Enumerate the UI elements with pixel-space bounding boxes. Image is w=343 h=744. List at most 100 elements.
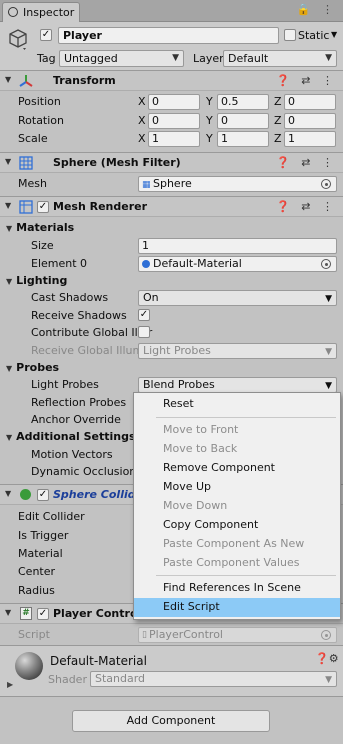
probes-foldout[interactable]: ▼ Probes: [6, 361, 59, 374]
contribute-gi-row: Contribute Global Illur: [0, 324, 343, 342]
menu-item-remove-component[interactable]: Remove Component: [134, 459, 340, 478]
sphere-collider-enabled-checkbox[interactable]: ✓: [37, 489, 49, 501]
size-field[interactable]: 1: [138, 238, 337, 254]
dynamic-occlusion-label: Dynamic Occlusion: [31, 465, 137, 478]
foldout-icon[interactable]: ▼: [5, 157, 11, 166]
receive-shadows-checkbox[interactable]: ✓: [138, 309, 150, 321]
axis-z: Z: [274, 95, 282, 108]
menu-item-paste-as-new: Paste Component As New: [163, 537, 305, 550]
mesh-renderer-enabled-checkbox[interactable]: ✓: [37, 201, 49, 213]
axis-x: X: [138, 95, 146, 108]
position-y-field[interactable]: 0.5: [217, 94, 269, 110]
static-checkbox[interactable]: [284, 29, 296, 41]
scale-x-field[interactable]: 1: [148, 131, 200, 147]
component-header-icons[interactable]: ❓ ⇄ ⋮: [276, 200, 337, 213]
foldout-icon[interactable]: ▼: [5, 75, 11, 84]
tab-inspector[interactable]: Inspector: [2, 2, 80, 22]
mesh-filter-title: Sphere (Mesh Filter): [53, 156, 181, 169]
element0-object-field[interactable]: Default-Material: [138, 256, 337, 272]
axis-y: Y: [206, 132, 213, 145]
contribute-gi-checkbox[interactable]: [138, 326, 150, 338]
scale-y-field[interactable]: 1: [217, 131, 269, 147]
position-row: Position X 0 Y 0.5 Z 0: [0, 93, 343, 111]
is-trigger-label: Is Trigger: [18, 529, 69, 542]
object-picker-icon: [321, 630, 331, 640]
active-checkbox[interactable]: ✓: [40, 29, 52, 41]
transform-title: Transform: [53, 74, 116, 87]
player-control-enabled-checkbox[interactable]: ✓: [37, 608, 49, 620]
foldout-icon[interactable]: ▼: [5, 489, 11, 498]
rotation-x-field[interactable]: 0: [148, 113, 200, 129]
menu-item-move-up[interactable]: Move Up: [134, 478, 340, 497]
mesh-row: Mesh ▦ Sphere: [0, 175, 343, 193]
material-sphere-icon: [142, 260, 150, 268]
tag-dropdown[interactable]: Untagged ▼: [59, 50, 184, 67]
shader-value: Standard: [95, 672, 146, 685]
motion-vectors-label: Motion Vectors: [31, 448, 113, 461]
chevron-down-icon: ▼: [325, 675, 332, 685]
script-row: Script ▯ PlayerControl: [0, 626, 343, 644]
layer-dropdown[interactable]: Default ▼: [223, 50, 337, 67]
chevron-down-icon: ▼: [172, 53, 179, 63]
static-dropdown-icon[interactable]: ▼: [331, 30, 337, 39]
materials-foldout[interactable]: ▼ Materials: [6, 221, 74, 234]
reflection-probes-label: Reflection Probes: [31, 396, 127, 409]
contribute-gi-label: Contribute Global Illur: [31, 326, 153, 339]
layer-label: Layer: [193, 52, 224, 65]
element0-value: Default-Material: [153, 257, 242, 270]
mesh-filter-header[interactable]: ▼ Sphere (Mesh Filter) ❓ ⇄ ⋮: [0, 152, 343, 173]
mesh-label: Mesh: [18, 177, 47, 190]
script-value: PlayerControl: [149, 628, 223, 641]
light-probes-dropdown[interactable]: Blend Probes ▼: [138, 377, 337, 393]
position-z-field[interactable]: 0: [284, 94, 336, 110]
menu-item-copy-component[interactable]: Copy Component: [134, 516, 340, 535]
add-component-button[interactable]: Add Component: [72, 710, 270, 732]
receive-gi-dropdown: Light Probes ▼: [138, 343, 337, 359]
mesh-renderer-title: Mesh Renderer: [53, 200, 148, 213]
receive-shadows-row: Receive Shadows ✓: [0, 307, 343, 325]
size-label: Size: [31, 239, 54, 252]
rotation-y-field[interactable]: 0: [217, 113, 269, 129]
cast-shadows-dropdown[interactable]: On ▼: [138, 290, 337, 306]
component-header-icons[interactable]: ❓ ⇄ ⋮: [276, 74, 337, 87]
script-icon: ▯: [142, 630, 147, 640]
element0-label: Element 0: [31, 257, 88, 270]
mesh-grid-icon: [19, 156, 33, 170]
probes-label: Probes: [16, 361, 60, 374]
object-picker-icon[interactable]: [321, 259, 331, 269]
lighting-foldout[interactable]: ▼ Lighting: [6, 274, 67, 287]
layer-value: Default: [228, 52, 269, 65]
position-x-field[interactable]: 0: [148, 94, 200, 110]
cast-shadows-value: On: [143, 291, 159, 304]
mesh-object-field[interactable]: ▦ Sphere: [138, 176, 337, 192]
mesh-renderer-header[interactable]: ▼ ✓ Mesh Renderer ❓ ⇄ ⋮: [0, 196, 343, 217]
foldout-icon[interactable]: ▼: [5, 608, 11, 617]
cube-icon: [9, 29, 27, 50]
position-label: Position: [18, 95, 61, 108]
rotation-z-field[interactable]: 0: [284, 113, 336, 129]
shader-label: Shader: [48, 673, 87, 686]
menu-item-paste-values: Paste Component Values: [163, 556, 300, 569]
menu-item-reset[interactable]: Reset: [134, 395, 340, 414]
receive-gi-label: Receive Global Illumir: [31, 344, 151, 357]
object-picker-icon[interactable]: [321, 179, 331, 189]
rotation-row: Rotation X 0 Y 0 Z 0: [0, 112, 343, 130]
lock-menu-icons[interactable]: 🔒 ⋮: [297, 3, 337, 16]
component-header-icons[interactable]: ❓ ⇄ ⋮: [276, 156, 337, 169]
menu-item-find-references[interactable]: Find References In Scene: [134, 579, 340, 598]
gameobject-name-field[interactable]: Player: [58, 27, 279, 44]
light-probes-label: Light Probes: [31, 378, 99, 391]
scale-z-field[interactable]: 1: [284, 131, 336, 147]
cast-shadows-label: Cast Shadows: [31, 291, 109, 304]
transform-header[interactable]: ▼ Transform ❓ ⇄ ⋮: [0, 70, 343, 91]
shader-dropdown: Standard ▼: [90, 671, 337, 687]
menu-item-edit-script[interactable]: Edit Script: [134, 598, 340, 617]
additional-settings-foldout[interactable]: ▼ Additional Settings: [6, 430, 136, 443]
expand-icon[interactable]: ▶: [7, 680, 13, 689]
foldout-icon[interactable]: ▼: [5, 201, 11, 210]
axis-z: Z: [274, 132, 282, 145]
material-header-icons[interactable]: ❓⚙: [315, 652, 339, 665]
material-sphere-preview: [15, 652, 43, 680]
script-label: Script: [18, 628, 50, 641]
static-label[interactable]: Static: [298, 29, 329, 42]
